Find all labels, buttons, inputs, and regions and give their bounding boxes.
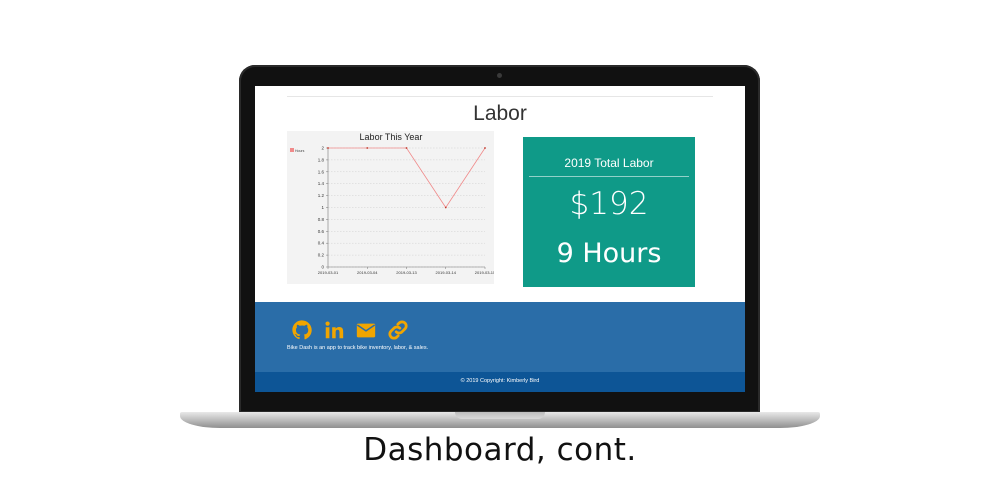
header-divider: [287, 96, 713, 97]
copyright-text: © 2019 Copyright: Kimberly Bird: [460, 378, 540, 384]
data-point: [366, 147, 369, 149]
webcam-icon: [497, 73, 502, 78]
page-title: Labor: [473, 102, 527, 125]
y-tick-label: 1: [321, 205, 324, 210]
y-tick-label: 1.8: [318, 157, 325, 162]
labor-chart-panel: Labor This Year Hours 0 0.2 0.4 0.6 0.8 1 1.2 1…: [287, 131, 494, 284]
y-tick-label: 1.4: [318, 181, 325, 186]
y-tick-label: 1.2: [318, 193, 325, 198]
x-tick-label: 2019-03-14: [436, 270, 457, 275]
chart-x-axis: 2019-03-01 2019-03-04 2019-03-13 2019-03-14…: [318, 266, 494, 275]
chart-legend: Hours: [290, 148, 305, 153]
y-tick-label: 2: [321, 146, 324, 151]
linkedin-link[interactable]: [323, 319, 345, 341]
chart-y-axis: 0 0.2 0.4 0.6 0.8 1 1.2 1.4 1.6 1.8 2: [318, 146, 329, 270]
x-tick-label: 2019-03-15: [475, 270, 494, 275]
laptop-base-notch: [455, 412, 545, 419]
laptop-base: [180, 412, 820, 428]
total-labor-amount: $192: [569, 186, 649, 222]
y-tick-label: 0.6: [318, 229, 325, 234]
y-tick-label: 1.6: [318, 169, 325, 174]
card-title: 2019 Total Labor: [564, 156, 654, 170]
data-point: [444, 206, 447, 209]
y-tick-label: 0.2: [318, 253, 325, 258]
x-tick-label: 2019-03-01: [318, 270, 339, 275]
data-point: [327, 147, 329, 149]
y-tick-label: 0.8: [318, 217, 325, 222]
y-tick-label: 0.4: [318, 241, 325, 246]
labor-chart: Labor This Year Hours 0 0.2 0.4 0.6 0.8 1 1.2 1…: [290, 132, 494, 275]
linkedin-icon: [325, 321, 344, 339]
copyright-bar: © 2019 Copyright: Kimberly Bird: [255, 372, 745, 392]
series-line-hours: [328, 147, 486, 209]
github-link[interactable]: [291, 319, 313, 341]
github-icon: [292, 320, 312, 340]
social-links: [291, 319, 409, 341]
chart-title: Labor This Year: [360, 132, 423, 142]
x-tick-label: 2019-03-04: [357, 270, 378, 275]
y-tick-label: 0: [321, 265, 324, 270]
card-divider: [529, 176, 689, 177]
chart-series: [327, 147, 486, 209]
legend-swatch: [290, 148, 294, 152]
laptop-screen: Labor Labor This Year Hours 0 0.2 0.4 0.6 0.…: [255, 86, 745, 392]
footer-description: Bike Dash is an app to track bike invent…: [287, 345, 429, 351]
total-labor-hours: 9 Hours: [556, 238, 662, 269]
total-labor-card: 2019 Total Labor $192 9 Hours: [523, 137, 695, 287]
laptop-lid: Labor Labor This Year Hours 0 0.2 0.4 0.6 0.…: [239, 65, 760, 413]
email-link[interactable]: [355, 319, 377, 341]
x-tick-label: 2019-03-13: [396, 270, 417, 275]
slide-caption: Dashboard, cont.: [363, 432, 637, 468]
website-link[interactable]: [387, 319, 409, 341]
chart-grid: [328, 147, 485, 268]
data-point: [484, 147, 486, 149]
site-footer: Bike Dash is an app to track bike invent…: [255, 302, 745, 372]
envelope-icon: [356, 323, 376, 338]
data-point: [405, 147, 408, 149]
link-icon: [388, 320, 408, 340]
legend-label: Hours: [295, 149, 305, 153]
